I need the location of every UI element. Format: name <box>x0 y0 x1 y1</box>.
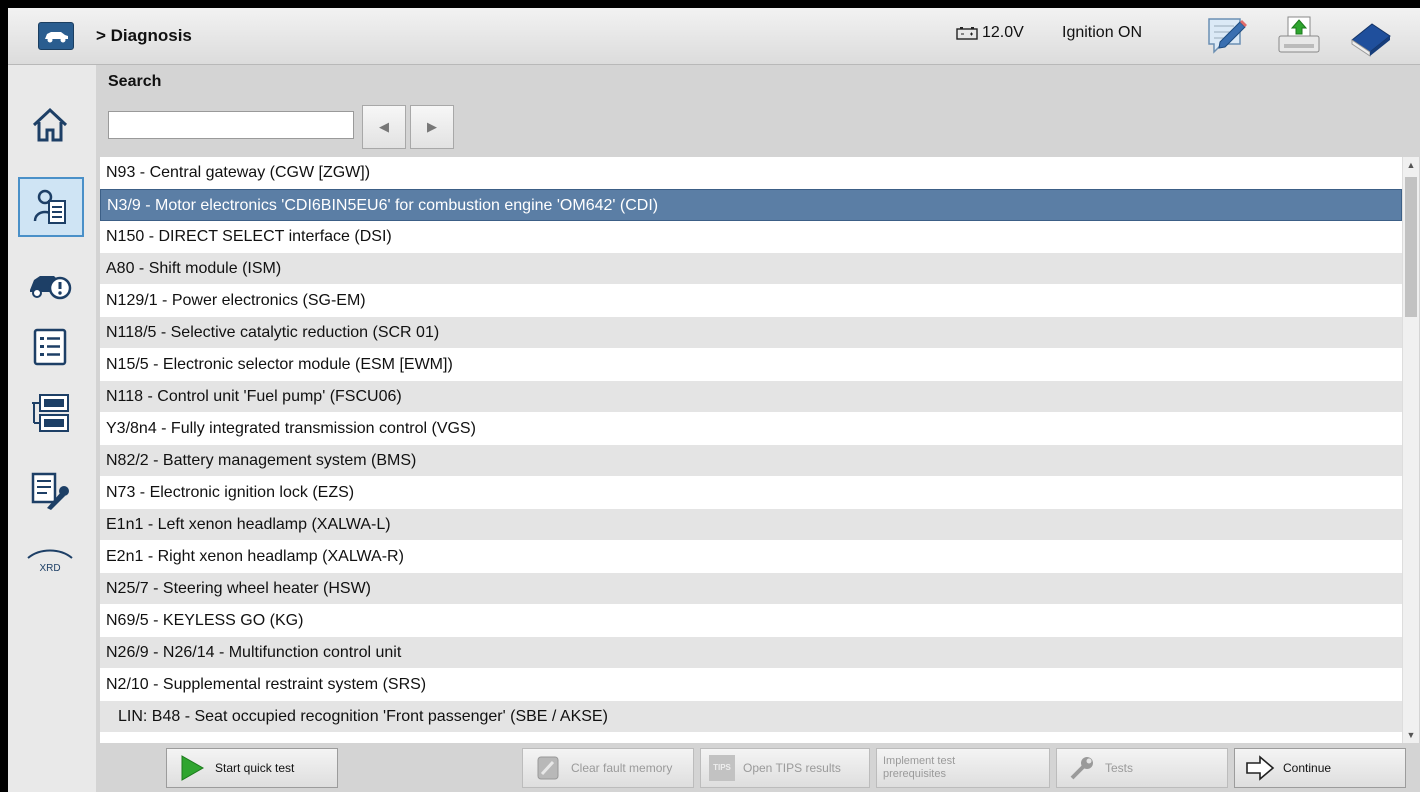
control-units-icon <box>32 394 69 432</box>
list-item[interactable]: N69/5 - KEYLESS GO (KG) <box>100 605 1402 637</box>
list-item[interactable]: N2/10 - Supplemental restraint system (S… <box>100 669 1402 701</box>
sidebar-item-home[interactable] <box>20 95 80 155</box>
sidebar-item-control-units[interactable] <box>20 383 80 443</box>
list-item[interactable]: N15/5 - Electronic selector module (ESM … <box>100 349 1402 381</box>
sidebar-item-vehicle-warning[interactable] <box>20 255 80 315</box>
list-item[interactable]: LIN: B48 - Seat occupied recognition 'Fr… <box>100 701 1402 733</box>
start-quick-test-button[interactable]: Start quick test <box>166 748 338 788</box>
list-item[interactable]: N150 - DIRECT SELECT interface (DSI) <box>100 221 1402 253</box>
implement-test-prerequisites-button[interactable]: Implement test prerequisites <box>876 748 1050 788</box>
list-item[interactable]: N93 - Central gateway (CGW [ZGW]) <box>100 157 1402 189</box>
tests-button[interactable]: Tests <box>1056 748 1228 788</box>
print-upload-button[interactable] <box>1276 14 1322 58</box>
continue-button[interactable]: Continue <box>1234 748 1406 788</box>
xrd-label: XRD <box>39 563 60 574</box>
edit-notes-button[interactable] <box>1204 14 1250 58</box>
wrench-icon <box>1067 753 1097 783</box>
home-icon <box>32 107 68 142</box>
list-item[interactable]: N118/5 - Selective catalytic reduction (… <box>100 317 1402 349</box>
tips-icon: TIPS <box>707 753 737 783</box>
list-item[interactable]: N129/1 - Power electronics (SG-EM) <box>100 285 1402 317</box>
list-item[interactable]: E1n1 - Left xenon headlamp (XALWA-L) <box>100 509 1402 541</box>
list-item[interactable]: A80 - Shift module (ISM) <box>100 253 1402 285</box>
list-item[interactable]: N73 - Electronic ignition lock (EZS) <box>100 477 1402 509</box>
xrd-icon: XRD <box>27 549 73 574</box>
tips-badge: TIPS <box>709 755 735 781</box>
continue-label: Continue <box>1283 761 1332 775</box>
notepad-pencil-icon <box>1208 18 1247 54</box>
sidebar-item-diagnosis[interactable] <box>18 177 84 237</box>
sidebar-item-service[interactable] <box>20 461 80 521</box>
list-item[interactable]: Y3/8n4 - Fully integrated transmission c… <box>100 413 1402 445</box>
book-icon <box>1351 23 1391 57</box>
arrow-right-icon <box>1245 753 1275 783</box>
bottom-toolbar: Start quick test Clear fault memory TIPS… <box>96 743 1420 792</box>
sidebar: XRD <box>8 65 96 792</box>
ignition-status: Ignition ON <box>1062 24 1143 41</box>
search-next-button[interactable]: ▶ <box>410 105 454 149</box>
manual-book-button[interactable] <box>1348 14 1394 58</box>
search-label: Search <box>108 73 162 90</box>
list-item[interactable]: N26/9 - N26/14 - Multifunction control u… <box>100 637 1402 669</box>
eraser-icon <box>533 753 563 783</box>
list-scrollbar[interactable]: ▲ ▼ <box>1402 157 1419 743</box>
voltage-value: 12.0V <box>982 24 1024 41</box>
clear-fault-memory-label: Clear fault memory <box>571 761 673 775</box>
list-item[interactable]: N3/9 - Motor electronics 'CDI6BIN5EU6' f… <box>100 189 1402 221</box>
diagnosis-icon <box>33 189 66 224</box>
list-icon <box>33 328 67 366</box>
implement-test-label-line1: Implement test <box>883 755 956 767</box>
printer-upload-icon <box>1278 16 1320 53</box>
implement-test-label-line2: prerequisites <box>883 768 946 780</box>
triangle-right-icon: ▶ <box>427 119 437 134</box>
triangle-left-icon: ◀ <box>379 119 389 134</box>
vehicle-logo-icon[interactable] <box>38 22 74 50</box>
app-window: > Diagnosis 12.0V Ignition ON XRD Search… <box>8 8 1420 792</box>
main-panel: Search ◀ ▶ N93 - Central gateway (CGW [Z… <box>96 65 1420 792</box>
sidebar-item-list[interactable] <box>20 317 80 377</box>
scroll-down-icon[interactable]: ▼ <box>1403 727 1419 743</box>
play-icon <box>177 753 207 783</box>
battery-voltage: 12.0V <box>956 24 1024 42</box>
control-unit-list: N93 - Central gateway (CGW [ZGW]) N3/9 - … <box>100 157 1402 743</box>
tests-label: Tests <box>1105 761 1134 775</box>
search-input[interactable] <box>108 111 354 139</box>
top-bar: > Diagnosis 12.0V Ignition ON <box>8 8 1420 65</box>
car-warning-icon <box>30 276 72 300</box>
document-wrench-icon <box>31 472 69 510</box>
start-quick-test-label: Start quick test <box>215 761 295 775</box>
search-previous-button[interactable]: ◀ <box>362 105 406 149</box>
breadcrumb: > Diagnosis <box>96 26 192 45</box>
open-tips-results-button[interactable]: TIPS Open TIPS results <box>700 748 870 788</box>
clear-fault-memory-button[interactable]: Clear fault memory <box>522 748 694 788</box>
scroll-up-icon[interactable]: ▲ <box>1403 157 1419 173</box>
battery-icon <box>956 27 978 40</box>
list-item[interactable]: N25/7 - Steering wheel heater (HSW) <box>100 573 1402 605</box>
list-item[interactable]: E2n1 - Right xenon headlamp (XALWA-R) <box>100 541 1402 573</box>
scroll-thumb[interactable] <box>1405 177 1417 317</box>
sidebar-item-xrd[interactable]: XRD <box>20 531 80 591</box>
open-tips-results-label: Open TIPS results <box>743 761 841 775</box>
list-item[interactable]: N82/2 - Battery management system (BMS) <box>100 445 1402 477</box>
list-item[interactable]: N118 - Control unit 'Fuel pump' (FSCU06) <box>100 381 1402 413</box>
